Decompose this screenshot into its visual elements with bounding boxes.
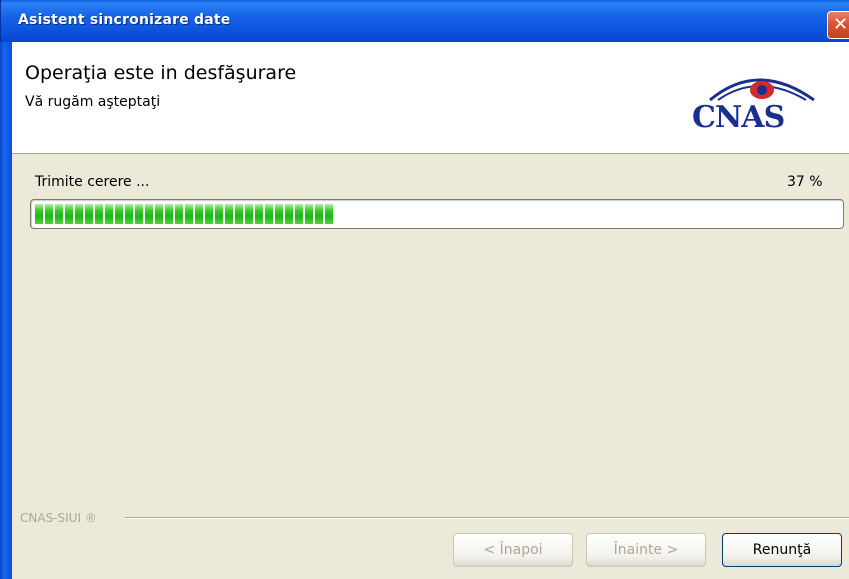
logo-text: CNAS [692,100,785,135]
close-button[interactable]: ✕ [827,11,849,39]
progress-segment [125,204,133,224]
progress-segment [75,204,83,224]
progress-segment [65,204,73,224]
progress-segment [165,204,173,224]
progress-segment [115,204,123,224]
progress-segment [55,204,63,224]
progress-segment [195,204,203,224]
progress-segment [305,204,313,224]
progress-segment [45,204,53,224]
progress-segment [295,204,303,224]
brand-label: CNAS-SIUI ® [20,511,97,525]
progress-bar [30,199,844,229]
page-title: Operaţia este in desfăşurare [25,62,297,84]
progress-segment [205,204,213,224]
wizard-header: Operaţia este in desfăşurare Vă rugăm aş… [12,42,849,154]
progress-segment [285,204,293,224]
progress-segment [255,204,263,224]
progress-segment [95,204,103,224]
progress-segment [225,204,233,224]
progress-segment [35,204,43,224]
progress-segment [245,204,253,224]
progress-segment [145,204,153,224]
next-button[interactable]: Înainte > [586,533,706,567]
progress-segment [275,204,283,224]
progress-segment [235,204,243,224]
progress-percent: 37 % [787,174,823,190]
progress-status: Trimite cerere ... [35,174,150,190]
back-button[interactable]: < Înapoi [453,533,573,567]
progress-segment [135,204,143,224]
progress-fill [35,204,333,224]
progress-segment [215,204,223,224]
progress-segment [175,204,183,224]
progress-segment [315,204,323,224]
cnas-logo: CNAS [688,66,828,135]
progress-segment [265,204,273,224]
progress-segment [185,204,193,224]
close-icon: ✕ [833,14,849,35]
window-frame [0,42,12,579]
title-bar[interactable]: Asistent sincronizare date ✕ [0,0,849,42]
wizard-window: Asistent sincronizare date ✕ Operaţia es… [0,0,849,579]
progress-segment [85,204,93,224]
progress-segment [325,204,333,224]
progress-segment [155,204,163,224]
footer-divider [125,517,849,519]
window-title: Asistent sincronizare date [18,12,231,28]
cancel-button[interactable]: Renunţă [722,533,842,567]
progress-segment [105,204,113,224]
page-subtitle: Vă rugăm aşteptaţi [25,94,161,110]
